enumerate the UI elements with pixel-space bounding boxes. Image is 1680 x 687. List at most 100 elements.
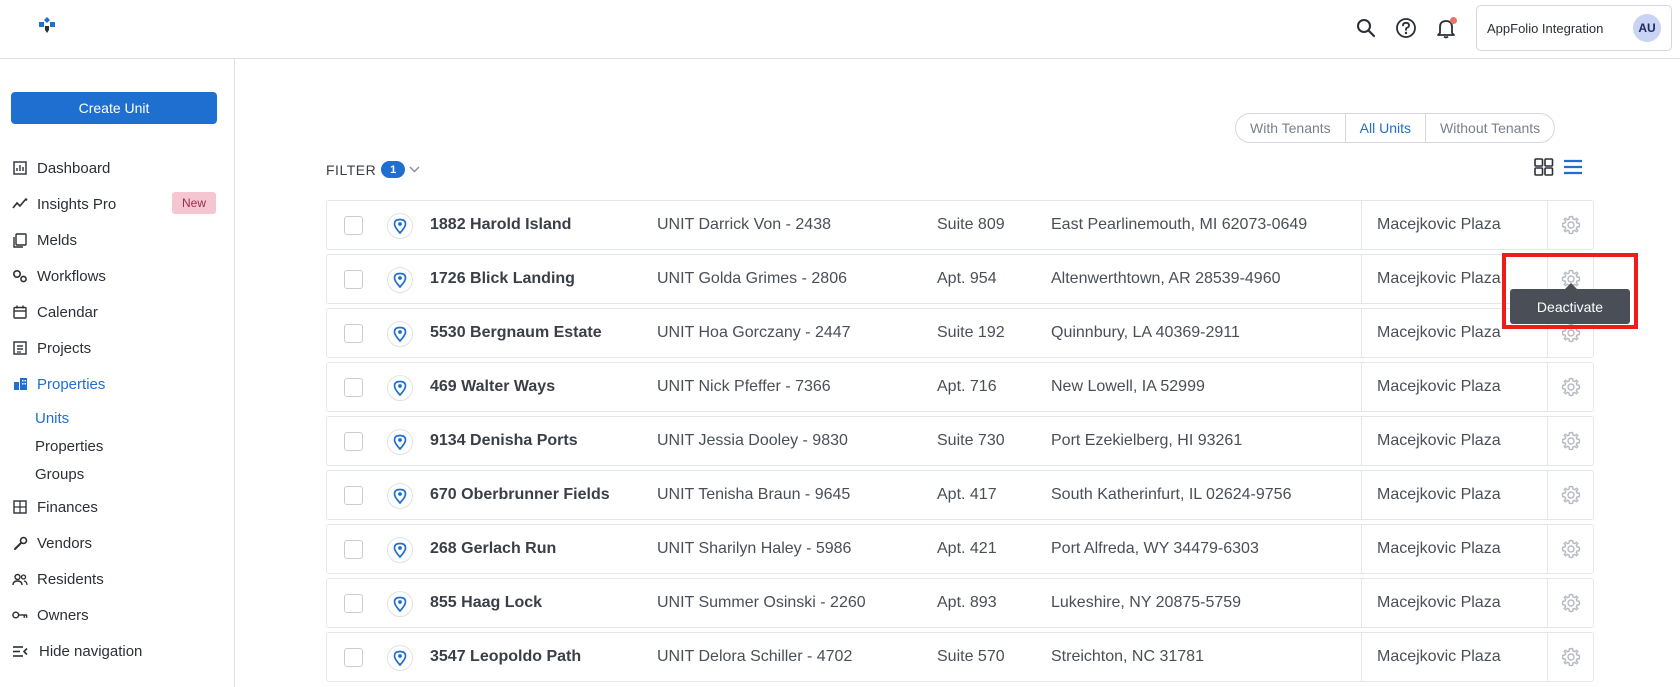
row-checkbox[interactable]: [344, 324, 363, 343]
table-row[interactable]: 1882 Harold Island UNIT Darrick Von - 243…: [326, 200, 1594, 250]
vendors-icon: [12, 535, 28, 551]
sidebar-item-insights-pro[interactable]: Insights Pro: [12, 192, 116, 216]
toggle-without-tenants[interactable]: Without Tenants: [1426, 114, 1554, 142]
map-pin-icon[interactable]: [387, 429, 413, 455]
sidebar-subitem-properties[interactable]: Properties: [35, 438, 103, 455]
sidebar-item-projects[interactable]: Projects: [12, 336, 91, 360]
unit-name: UNIT Delora Schiller - 4702: [657, 648, 853, 665]
table-row[interactable]: 670 Oberbrunner Fields UNIT Tenisha Braun…: [326, 470, 1594, 520]
hide-navigation-button[interactable]: Hide navigation: [12, 639, 142, 663]
map-pin-icon[interactable]: [387, 321, 413, 347]
table-row[interactable]: 855 Haag Lock UNIT Summer Osinski - 2260 A…: [326, 578, 1594, 628]
unit-name: UNIT Golda Grimes - 2806: [657, 270, 847, 287]
gear-icon[interactable]: [1561, 377, 1581, 397]
unit-apt: Suite 809: [937, 216, 1005, 233]
map-pin-icon[interactable]: [387, 645, 413, 671]
table-row[interactable]: 1726 Blick Landing UNIT Golda Grimes - 28…: [326, 254, 1594, 304]
unit-city: Port Alfreda, WY 34479-6303: [1051, 540, 1259, 557]
filter-label: FILTER: [326, 161, 377, 178]
user-menu[interactable]: AppFolio Integration AU: [1476, 5, 1672, 51]
unit-address[interactable]: 3547 Leopoldo Path: [430, 648, 581, 666]
column-divider: [1361, 525, 1362, 573]
unit-city: East Pearlinemouth, MI 62073-0649: [1051, 216, 1308, 233]
sidebar-item-properties[interactable]: Properties: [12, 372, 105, 396]
gear-icon[interactable]: [1561, 323, 1581, 343]
column-divider: [1547, 471, 1548, 519]
sidebar-item-owners[interactable]: Owners: [12, 603, 89, 627]
filter-button[interactable]: FILTER 1: [326, 161, 420, 178]
unit-apt: Apt. 421: [937, 540, 997, 557]
row-checkbox[interactable]: [344, 216, 363, 235]
hide-navigation-icon: [12, 643, 28, 659]
bell-icon[interactable]: [1434, 16, 1458, 40]
gear-icon[interactable]: [1561, 647, 1581, 667]
sidebar-subitem-units[interactable]: Units: [35, 410, 69, 427]
sidebar-item-finances[interactable]: Finances: [12, 495, 98, 519]
table-row[interactable]: 469 Walter Ways UNIT Nick Pfeffer - 7366 A…: [326, 362, 1594, 412]
toggle-all-units[interactable]: All Units: [1346, 114, 1427, 142]
gear-icon[interactable]: [1561, 539, 1581, 559]
help-icon[interactable]: [1394, 16, 1418, 40]
unit-address[interactable]: 5530 Bergnaum Estate: [430, 324, 602, 342]
column-divider: [1547, 525, 1548, 573]
unit-property: Macejkovic Plaza: [1377, 270, 1501, 287]
unit-address[interactable]: 1726 Blick Landing: [430, 270, 575, 288]
sidebar-item-dashboard[interactable]: Dashboard: [12, 156, 110, 180]
sidebar-item-label: Dashboard: [37, 159, 111, 177]
map-pin-icon[interactable]: [387, 591, 413, 617]
map-pin-icon[interactable]: [387, 375, 413, 401]
unit-address[interactable]: 670 Oberbrunner Fields: [430, 486, 610, 504]
gear-icon[interactable]: [1561, 431, 1581, 451]
map-pin-icon[interactable]: [387, 213, 413, 239]
sidebar-item-vendors[interactable]: Vendors: [12, 531, 92, 555]
map-pin-icon[interactable]: [387, 267, 413, 293]
column-divider: [1361, 633, 1362, 681]
table-row[interactable]: 3547 Leopoldo Path UNIT Delora Schiller -…: [326, 632, 1594, 682]
unit-address[interactable]: 855 Haag Lock: [430, 594, 542, 612]
row-checkbox[interactable]: [344, 378, 363, 397]
unit-address[interactable]: 1882 Harold Island: [430, 216, 571, 234]
unit-address[interactable]: 469 Walter Ways: [430, 378, 555, 396]
unit-apt: Apt. 893: [937, 594, 997, 611]
map-pin-icon[interactable]: [387, 537, 413, 563]
create-unit-button[interactable]: Create Unit: [11, 92, 217, 124]
column-divider: [1361, 471, 1362, 519]
filter-count-badge: 1: [381, 161, 406, 178]
unit-city: Port Ezekielberg, HI 93261: [1051, 432, 1243, 449]
row-checkbox[interactable]: [344, 648, 363, 667]
user-name: AppFolio Integration: [1487, 20, 1604, 36]
sidebar-item-workflows[interactable]: Workflows: [12, 264, 106, 288]
sidebar-item-residents[interactable]: Residents: [12, 567, 104, 591]
grid-view-icon[interactable]: [1534, 158, 1554, 176]
column-divider: [1361, 363, 1362, 411]
sidebar-item-label: Hide navigation: [39, 642, 143, 660]
table-row[interactable]: 268 Gerlach Run UNIT Sharilyn Haley - 598…: [326, 524, 1594, 574]
map-pin-icon[interactable]: [387, 483, 413, 509]
list-view-icon[interactable]: [1563, 158, 1583, 176]
row-checkbox[interactable]: [344, 486, 363, 505]
owners-icon: [12, 607, 28, 623]
unit-address[interactable]: 268 Gerlach Run: [430, 540, 556, 558]
unit-property: Macejkovic Plaza: [1377, 378, 1501, 395]
row-checkbox[interactable]: [344, 540, 363, 559]
row-checkbox[interactable]: [344, 270, 363, 289]
sidebar-item-melds[interactable]: Melds: [12, 228, 77, 252]
insights-icon: [12, 196, 28, 212]
search-icon[interactable]: [1354, 16, 1378, 40]
unit-address[interactable]: 9134 Denisha Ports: [430, 432, 578, 450]
unit-property: Macejkovic Plaza: [1377, 594, 1501, 611]
column-divider: [1361, 579, 1362, 627]
row-checkbox[interactable]: [344, 594, 363, 613]
sidebar-subitem-groups[interactable]: Groups: [35, 466, 84, 483]
sidebar-item-calendar[interactable]: Calendar: [12, 300, 98, 324]
gear-icon[interactable]: [1561, 593, 1581, 613]
sidebar-item-label: Calendar: [37, 303, 98, 321]
table-row[interactable]: 5530 Bergnaum Estate UNIT Hoa Gorczany - …: [326, 308, 1594, 358]
gear-icon[interactable]: [1561, 485, 1581, 505]
table-row[interactable]: 9134 Denisha Ports UNIT Jessia Dooley - 9…: [326, 416, 1594, 466]
logo-icon[interactable]: [36, 16, 58, 38]
toggle-with-tenants[interactable]: With Tenants: [1236, 114, 1346, 142]
gear-icon[interactable]: [1561, 215, 1581, 235]
row-checkbox[interactable]: [344, 432, 363, 451]
unit-name: UNIT Darrick Von - 2438: [657, 216, 831, 233]
